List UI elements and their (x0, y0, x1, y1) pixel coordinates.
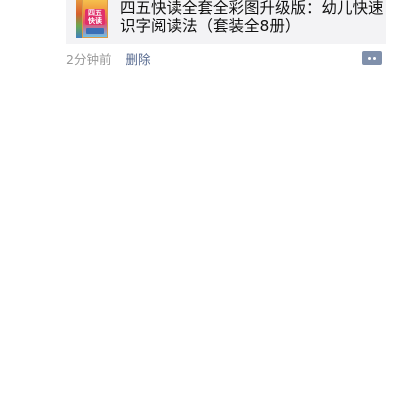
comment-dot-icon (373, 57, 376, 60)
book-cover-thumbnail: 四五快读 (76, 0, 110, 38)
comment-dot-icon (368, 57, 371, 60)
comment-more-icon[interactable] (362, 51, 382, 65)
moments-post: 四五快读 四五快读全套全彩图升级版：幼儿快速识字阅读法（套装全8册） 2分钟前 … (0, 0, 400, 400)
shared-link-card[interactable]: 四五快读 四五快读全套全彩图升级版：幼儿快速识字阅读法（套装全8册） (66, 0, 386, 44)
shared-link-title: 四五快读全套全彩图升级版：幼儿快速识字阅读法（套装全8册） (120, 0, 384, 35)
book-cover-base (86, 28, 104, 34)
delete-link[interactable]: 删除 (125, 52, 150, 67)
post-timestamp: 2分钟前 (66, 52, 112, 67)
book-cover-title: 四五快读 (85, 9, 105, 25)
book-cover: 四五快读 (82, 0, 108, 38)
post-meta-row: 2分钟前 删除 (66, 51, 150, 69)
